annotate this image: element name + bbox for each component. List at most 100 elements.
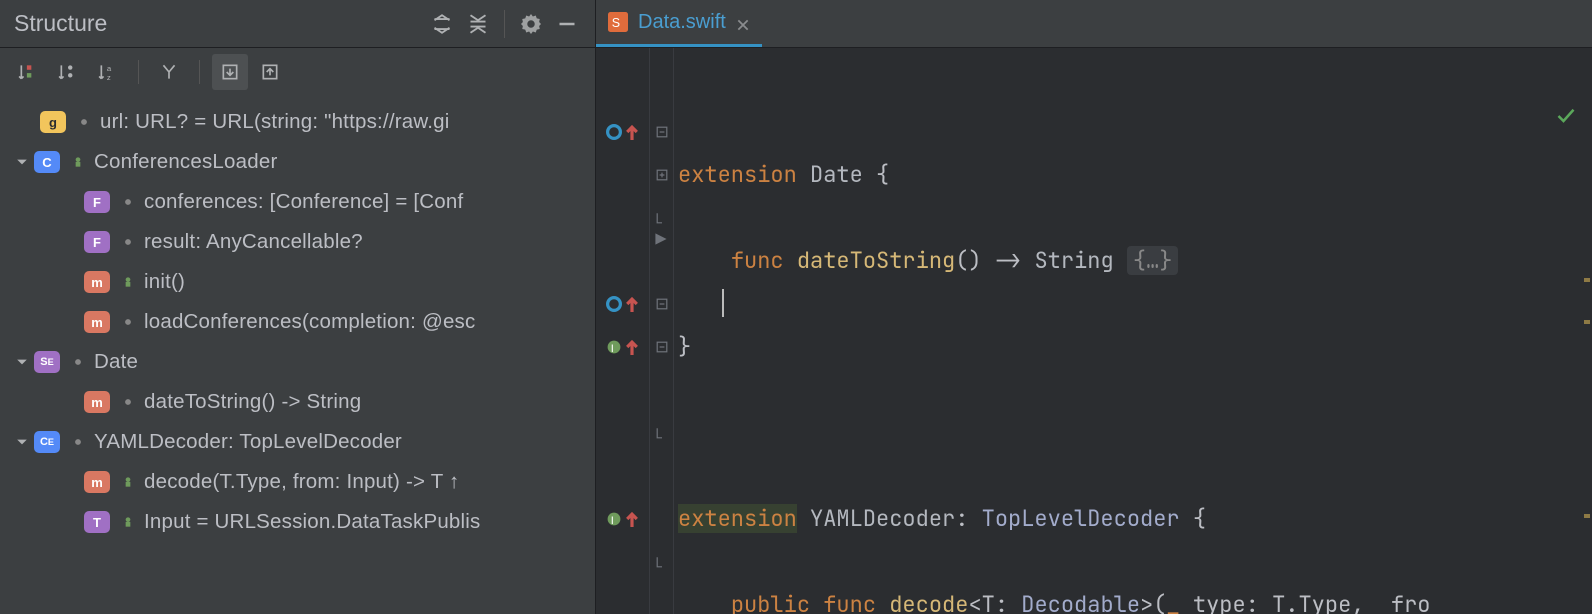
folded-block[interactable]: {…} (1127, 246, 1179, 275)
code-editor[interactable]: I I extension Date { fun (596, 48, 1592, 614)
autoscroll-to-source-button[interactable] (212, 54, 248, 90)
code-keyword: _ (1166, 590, 1179, 614)
struct-ext-badge-icon: SE (34, 351, 60, 373)
chevron-down-icon[interactable] (10, 156, 34, 168)
method-badge-icon: m (84, 391, 110, 413)
code-brace: } (678, 332, 691, 361)
tree-label: conferences: [Conference] = [Conf (144, 190, 463, 214)
code-type: Decodable (1021, 590, 1140, 614)
fold-gutter (650, 48, 674, 614)
tree-item-result[interactable]: F result: AnyCancellable? (0, 222, 595, 262)
tree-label: init() (144, 270, 185, 294)
code-param: .Type, fro (1285, 590, 1430, 614)
code-type: String (1034, 246, 1113, 275)
class-ext-badge-icon: CE (34, 431, 60, 453)
inspection-ok-icon[interactable] (1556, 106, 1576, 132)
gear-icon[interactable] (516, 9, 546, 39)
code-type: YAMLDecoder (810, 504, 955, 533)
structure-panel: Structure az (0, 0, 596, 614)
visibility-icon (68, 355, 88, 369)
class-badge-icon: C (34, 151, 60, 173)
structure-panel-title: Structure (10, 10, 424, 37)
ruler-marker[interactable] (1584, 320, 1590, 324)
tree-item-conferencesloader[interactable]: C ConferencesLoader (0, 142, 595, 182)
tree-item-url[interactable]: g url: URL? = URL(string: "https://raw.g… (0, 102, 595, 142)
tree-label: ConferencesLoader (94, 150, 277, 174)
separator (199, 60, 200, 84)
sort-alpha-button[interactable]: az (90, 54, 126, 90)
override-marker-icon[interactable] (596, 282, 649, 325)
svg-text:z: z (107, 73, 111, 82)
structure-tree[interactable]: g url: URL? = URL(string: "https://raw.g… (0, 96, 595, 614)
code-type: TopLevelDecoder (982, 504, 1180, 533)
field-badge-icon: F (84, 231, 110, 253)
typealias-badge-icon: T (84, 511, 110, 533)
code-function: dateToString (797, 246, 955, 275)
minimize-icon[interactable] (552, 9, 582, 39)
svg-text:S: S (612, 16, 620, 30)
code-type: Date (810, 160, 863, 189)
code-arrow: -> (995, 246, 1021, 275)
method-badge-icon: m (84, 271, 110, 293)
fold-toggle-icon[interactable] (650, 282, 673, 325)
tree-label: Input = URLSession.DataTaskPublis (144, 510, 480, 534)
expand-all-icon[interactable] (427, 9, 457, 39)
tree-item-date[interactable]: SE Date (0, 342, 595, 382)
code-brace: { (876, 160, 889, 189)
fold-expand-icon[interactable] (650, 153, 673, 196)
close-icon[interactable] (736, 15, 750, 29)
svg-text:I: I (610, 514, 613, 526)
separator (504, 10, 505, 38)
autoscroll-from-source-button[interactable] (252, 54, 288, 90)
override-marker-icon[interactable] (596, 110, 649, 153)
visibility-public-icon (68, 155, 88, 169)
tab-label: Data.swift (638, 11, 726, 34)
text-caret (722, 289, 724, 317)
sort-definition-button[interactable] (50, 54, 86, 90)
fold-close-icon[interactable] (650, 540, 673, 583)
visibility-icon (118, 235, 138, 249)
structure-toolbar: az (0, 48, 595, 96)
tree-item-init[interactable]: m init() (0, 262, 595, 302)
ruler-marker[interactable] (1584, 278, 1590, 282)
code-area[interactable]: extension Date { func dateToString() -> … (674, 48, 1592, 614)
code-keyword: extension (678, 160, 797, 189)
field-badge-icon: F (84, 191, 110, 213)
fold-toggle-icon[interactable] (650, 110, 673, 153)
code-colon: : (955, 504, 968, 533)
separator (138, 60, 139, 84)
chevron-down-icon[interactable] (10, 436, 34, 448)
editor-tab-bar: S Data.swift (596, 0, 1592, 48)
tree-item-conferences[interactable]: F conferences: [Conference] = [Conf (0, 182, 595, 222)
chevron-down-icon[interactable] (10, 356, 34, 368)
tree-label: YAMLDecoder: TopLevelDecoder (94, 430, 402, 454)
visibility-public-icon (118, 475, 138, 489)
tab-data-swift[interactable]: S Data.swift (596, 0, 762, 47)
structure-panel-header: Structure (0, 0, 595, 48)
tree-label: decode(T.Type, from: Input) -> T ↑ (144, 470, 459, 494)
code-keyword: func (823, 590, 876, 614)
filter-button[interactable] (151, 54, 187, 90)
overview-ruler[interactable] (1580, 96, 1592, 614)
sort-visibility-button[interactable] (10, 54, 46, 90)
collapse-all-icon[interactable] (463, 9, 493, 39)
ruler-marker[interactable] (1584, 514, 1590, 518)
code-paren: () (955, 246, 981, 275)
fold-toggle-icon[interactable] (650, 325, 673, 368)
code-function: decode (889, 590, 968, 614)
tree-item-yamldecoder[interactable]: CE YAMLDecoder: TopLevelDecoder (0, 422, 595, 462)
tree-item-decode[interactable]: m decode(T.Type, from: Input) -> T ↑ (0, 462, 595, 502)
method-badge-icon: m (84, 311, 110, 333)
tree-item-loadconferences[interactable]: m loadConferences(completion: @esc (0, 302, 595, 342)
fold-close-icon[interactable] (650, 411, 673, 454)
tree-item-input[interactable]: T Input = URLSession.DataTaskPublis (0, 502, 595, 542)
run-arrow-icon[interactable] (654, 229, 668, 252)
tree-label: dateToString() -> String (144, 390, 361, 414)
code-generic: <T: (968, 590, 1021, 614)
code-keyword: public (731, 590, 810, 614)
implements-marker-icon[interactable]: I (596, 497, 649, 540)
implements-marker-icon[interactable]: I (596, 325, 649, 368)
tree-item-datetostring[interactable]: m dateToString() -> String (0, 382, 595, 422)
code-keyword: func (731, 246, 784, 275)
visibility-public-icon (118, 515, 138, 529)
